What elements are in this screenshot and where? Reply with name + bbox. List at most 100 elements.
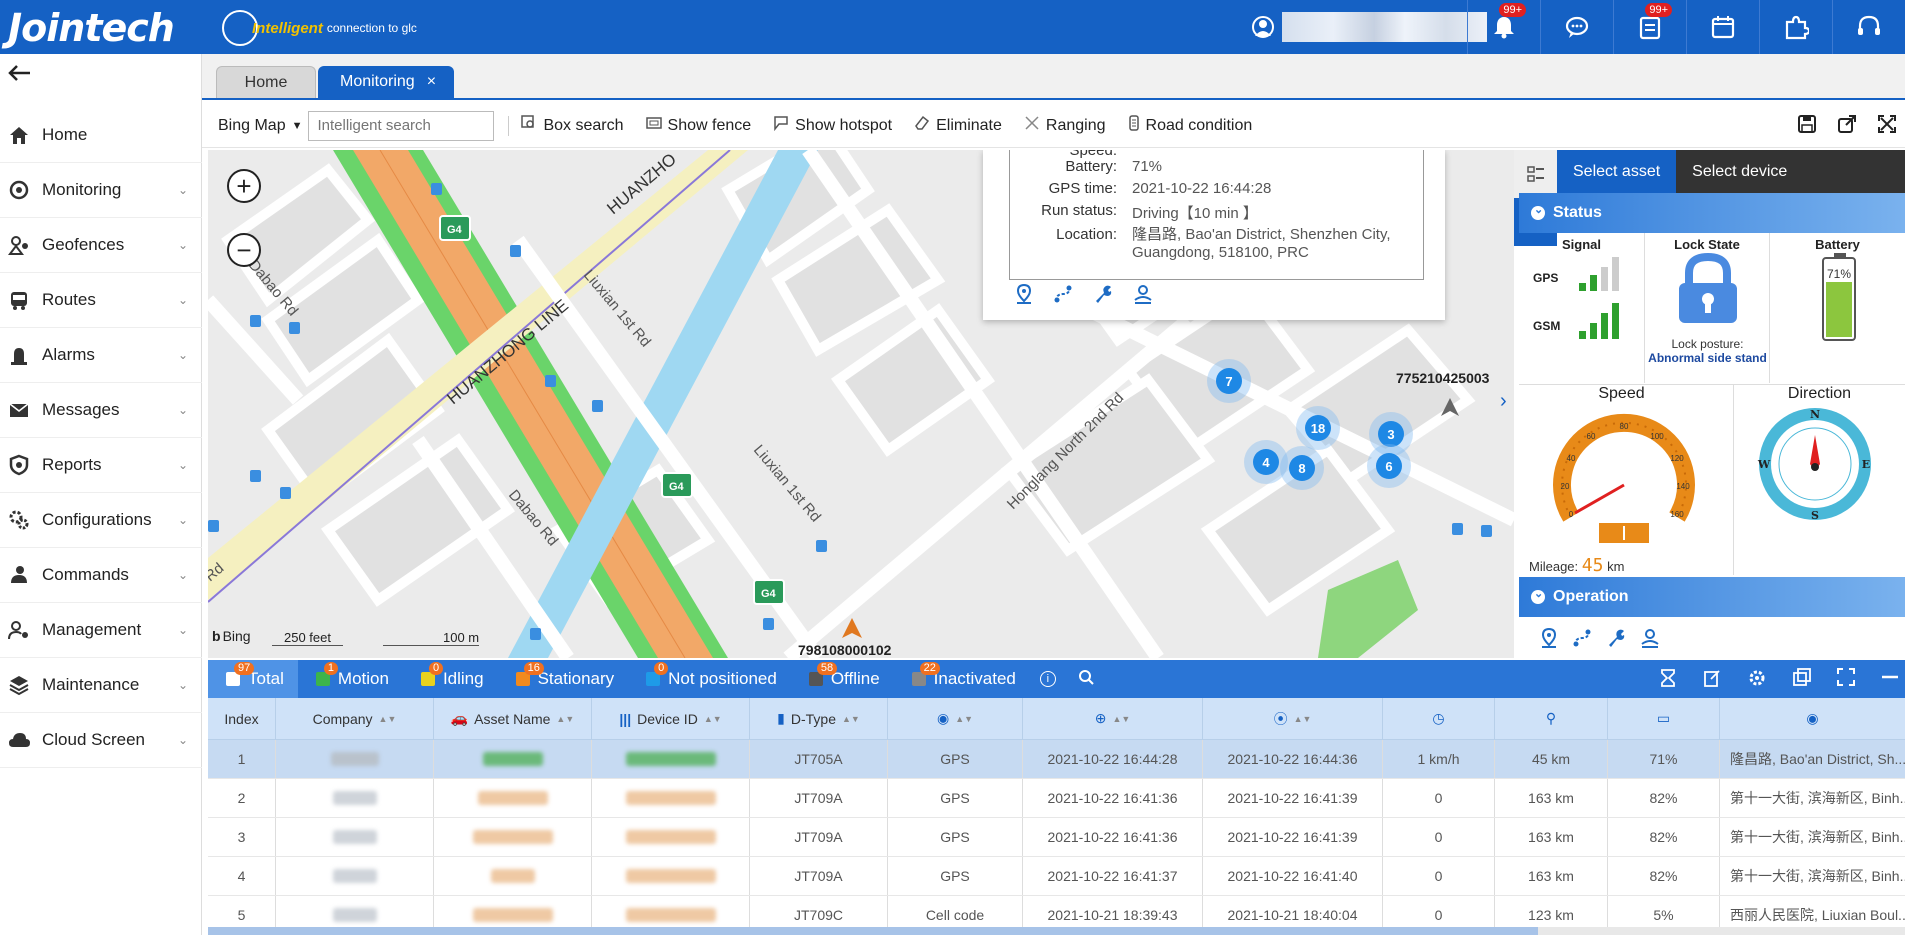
vehicle-cluster[interactable]: 7 xyxy=(1207,359,1251,403)
track-icon[interactable] xyxy=(1053,284,1073,308)
zoom-in-button[interactable]: + xyxy=(227,169,261,203)
jointech-logo[interactable]: Jointech xyxy=(8,6,175,50)
locate-icon[interactable] xyxy=(1540,627,1558,652)
nav-item-maintenance[interactable]: Maintenance ⌄ xyxy=(0,658,202,713)
playback-icon[interactable] xyxy=(1640,628,1660,652)
nav-item-messages[interactable]: Messages ⌄ xyxy=(0,383,202,438)
nav-item-home[interactable]: Home xyxy=(0,108,202,163)
notification-bell-icon[interactable]: 99+ xyxy=(1467,0,1540,54)
table-row[interactable]: 4 JT709A GPS 2021-10-22 16:41:37 2021-10… xyxy=(208,857,1905,896)
redacted-text xyxy=(472,908,553,922)
locate-icon[interactable] xyxy=(1015,283,1033,308)
col-speed[interactable]: ◷ xyxy=(1383,698,1495,739)
filter-not-positioned[interactable]: 0 Not positioned xyxy=(628,660,791,698)
svg-text:W: W xyxy=(1757,458,1771,471)
nav-item-alarms[interactable]: Alarms ⌄ xyxy=(0,328,202,383)
chat-icon[interactable] xyxy=(1540,0,1613,54)
filter-count: 0 xyxy=(428,662,444,675)
horizontal-scrollbar[interactable] xyxy=(208,927,1905,935)
playback-icon[interactable] xyxy=(1133,284,1153,308)
chevron-down-icon: ⌄ xyxy=(177,403,188,417)
operation-header[interactable]: ⌄ Operation xyxy=(1519,577,1905,617)
table-row[interactable]: 2 JT709A GPS 2021-10-22 16:41:36 2021-10… xyxy=(208,779,1905,818)
nav-item-routes[interactable]: Routes ⌄ xyxy=(0,273,202,328)
eraser-icon xyxy=(914,115,930,136)
direction-title: Direction xyxy=(1787,385,1852,402)
panel-toggle-icon[interactable]: › xyxy=(1500,390,1507,413)
map-view[interactable]: HUANZHONG LINE HUANZHO Liuxian 1st Rd Li… xyxy=(208,150,1514,658)
table-row[interactable]: 3 JT709A GPS 2021-10-22 16:41:36 2021-10… xyxy=(208,818,1905,857)
search-icon[interactable] xyxy=(1078,669,1094,690)
wrench-icon[interactable] xyxy=(1606,628,1626,652)
headset-icon[interactable] xyxy=(1832,0,1905,54)
filter-stationary[interactable]: 16 Stationary xyxy=(498,660,629,698)
ranging-button[interactable]: Ranging xyxy=(1024,115,1106,136)
filter-total[interactable]: 97 Total xyxy=(208,660,298,698)
eliminate-button[interactable]: Eliminate xyxy=(914,115,1002,136)
export-icon[interactable] xyxy=(1703,668,1721,694)
filter-idling[interactable]: 0 Idling xyxy=(403,660,498,698)
sort-icon: ▲▼ xyxy=(1293,713,1312,724)
tab-monitoring[interactable]: Monitoring × xyxy=(318,66,454,98)
nav-item-configurations[interactable]: Configurations ⌄ xyxy=(0,493,202,548)
save-icon[interactable] xyxy=(1797,114,1817,140)
nav-item-commands[interactable]: Commands ⌄ xyxy=(0,548,202,603)
nav-item-management[interactable]: Management ⌄ xyxy=(0,603,202,658)
fullscreen-icon[interactable] xyxy=(1877,114,1897,140)
close-icon[interactable]: × xyxy=(427,73,436,91)
col-device-id[interactable]: ||| Device ID ▲▼ xyxy=(592,698,750,739)
redacted-text xyxy=(482,752,543,766)
tab-select-asset[interactable]: Select asset xyxy=(1557,150,1677,194)
col-received-time[interactable]: ⦿ ▲▼ xyxy=(1203,698,1383,739)
user-menu[interactable] xyxy=(1252,12,1487,42)
nav-item-cloud-screen[interactable]: Cloud Screen ⌄ xyxy=(0,713,202,768)
box-search-icon xyxy=(521,115,537,136)
status-header[interactable]: ⌄ Status xyxy=(1519,193,1905,233)
col-dtype[interactable]: ▮ D-Type ▲▼ xyxy=(750,698,888,739)
info-icon[interactable]: i xyxy=(1039,671,1056,687)
col-index[interactable]: Index xyxy=(208,698,276,739)
table-actions xyxy=(1659,668,1899,694)
col-asset-name[interactable]: 🚗 Asset Name ▲▼ xyxy=(434,698,592,739)
zoom-out-button[interactable]: − xyxy=(227,233,261,267)
wrench-icon[interactable] xyxy=(1093,284,1113,308)
minimize-icon[interactable] xyxy=(1881,668,1899,694)
settings-icon[interactable] xyxy=(1747,668,1767,694)
hourglass-icon[interactable] xyxy=(1659,668,1677,694)
svg-text:80: 80 xyxy=(1620,422,1629,431)
col-positioning[interactable]: ◉ ▲▼ xyxy=(888,698,1023,739)
external-link-icon[interactable] xyxy=(1837,114,1857,140)
filter-inactivated[interactable]: 22 Inactivated xyxy=(894,660,1030,698)
box-search-button[interactable]: Box search xyxy=(521,115,624,136)
col-company[interactable]: Company ▲▼ xyxy=(276,698,434,739)
map-provider-select[interactable]: Bing Map ▼ xyxy=(218,117,302,135)
calendar-icon[interactable] xyxy=(1686,0,1759,54)
nav-item-reports[interactable]: Reports ⌄ xyxy=(0,438,202,493)
list-view-icon[interactable] xyxy=(1514,150,1557,198)
road-condition-button[interactable]: Road condition xyxy=(1128,115,1252,136)
filter-motion[interactable]: 1 Motion xyxy=(298,660,403,698)
nav-item-monitoring[interactable]: Monitoring ⌄ xyxy=(0,163,202,218)
col-mileage[interactable]: ⚲ xyxy=(1495,698,1608,739)
col-battery[interactable]: ▭ xyxy=(1608,698,1720,739)
tab-select-device[interactable]: Select device xyxy=(1676,150,1803,194)
track-icon[interactable] xyxy=(1572,628,1592,652)
scrollbar-thumb[interactable] xyxy=(208,927,1538,935)
nav-item-geofences[interactable]: Geofences ⌄ xyxy=(0,218,202,273)
vehicle-cluster[interactable]: 6 xyxy=(1367,444,1411,488)
filter-offline[interactable]: 58 Offline xyxy=(791,660,894,698)
search-input[interactable] xyxy=(308,110,495,141)
plugin-icon[interactable] xyxy=(1759,0,1832,54)
vehicle-cluster[interactable]: 8 xyxy=(1280,446,1324,490)
col-gps-time[interactable]: ⊕ ▲▼ xyxy=(1023,698,1203,739)
tab-home[interactable]: Home xyxy=(216,66,316,98)
show-fence-button[interactable]: Show fence xyxy=(645,115,751,136)
show-hotspot-button[interactable]: Show hotspot xyxy=(773,115,892,136)
collapse-arrow-icon[interactable] xyxy=(6,62,32,90)
col-location[interactable]: ◉ xyxy=(1720,698,1905,739)
copy-icon[interactable] xyxy=(1793,668,1811,694)
task-list-icon[interactable]: 99+ xyxy=(1613,0,1686,54)
vehicle-cluster[interactable]: 18 xyxy=(1296,406,1340,450)
fullscreen-icon[interactable] xyxy=(1837,668,1855,694)
table-row[interactable]: 1 JT705A GPS 2021-10-22 16:44:28 2021-10… xyxy=(208,740,1905,779)
